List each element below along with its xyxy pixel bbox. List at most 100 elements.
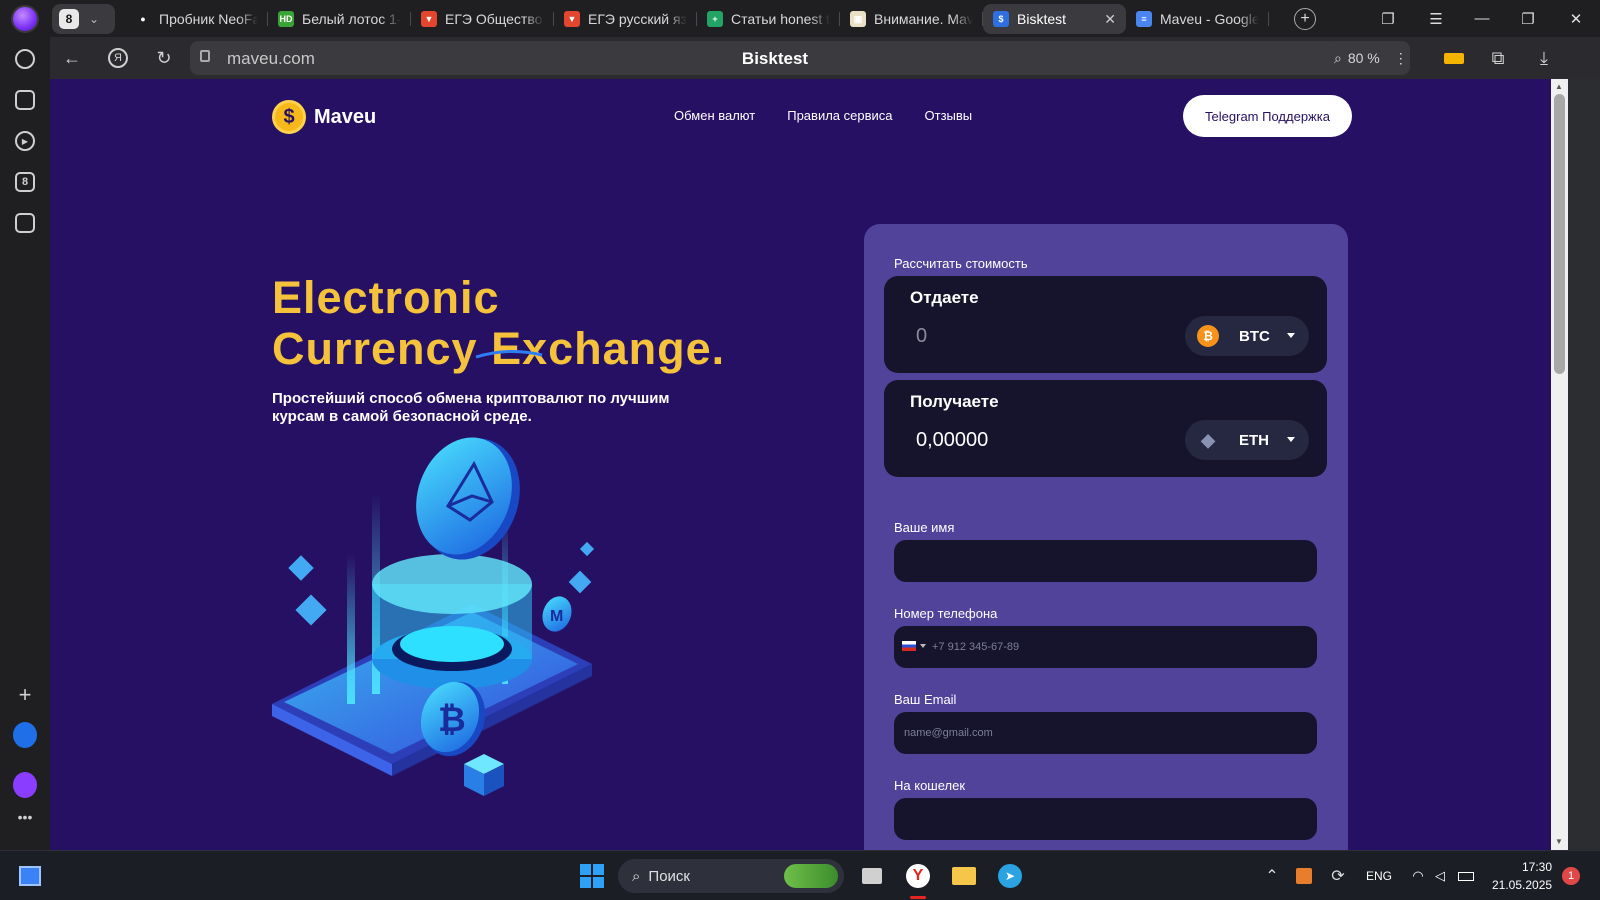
nav-exchange-link[interactable]: Обмен валют: [674, 108, 755, 123]
menu-icon[interactable]: ☰: [1416, 0, 1456, 37]
clock-time[interactable]: 17:30: [1522, 860, 1552, 874]
restore-icon[interactable]: ❐: [1508, 0, 1548, 37]
tab-title: Bisktest: [1017, 11, 1067, 27]
tray-app-icon[interactable]: [1290, 862, 1318, 890]
downloads-icon[interactable]: ⤓: [1532, 46, 1556, 70]
volume-icon[interactable]: ◁: [1426, 862, 1454, 890]
scroll-up-icon[interactable]: ▲: [1555, 82, 1563, 91]
phone-field[interactable]: [894, 626, 1317, 668]
back-icon[interactable]: ←: [60, 46, 84, 70]
bitcoin-icon: ₿: [1197, 325, 1219, 347]
wallet-label: На кошелек: [894, 778, 966, 793]
svg-text:₿: ₿: [438, 701, 466, 739]
translate-icon[interactable]: ⧉: [1486, 46, 1510, 70]
video-play-icon[interactable]: ▶: [13, 129, 37, 153]
tab-group-8-icon[interactable]: 8: [13, 170, 37, 194]
telegram-icon[interactable]: ➤: [996, 862, 1024, 890]
give-amount-input[interactable]: 0: [916, 325, 927, 348]
scroll-down-icon[interactable]: ▼: [1555, 837, 1563, 846]
browser-tab[interactable]: ▼ ЕГЭ Общество: [411, 4, 554, 34]
sync-icon[interactable]: ⟳: [1324, 862, 1352, 890]
receive-amount: 0,00000: [916, 429, 989, 451]
browser-tab[interactable]: $ Bisktest ✕: [983, 4, 1126, 34]
tab-title: Белый лотос 1-: [302, 11, 401, 27]
file-explorer-icon[interactable]: [950, 862, 978, 890]
tray-overflow-icon[interactable]: ⌃: [1258, 862, 1286, 890]
battery-saver-icon[interactable]: [1442, 46, 1466, 70]
search-label: Поиск: [648, 867, 690, 885]
telegram-support-button[interactable]: Telegram Поддержка: [1183, 95, 1352, 137]
reload-icon[interactable]: ↻: [152, 46, 176, 70]
close-window-icon[interactable]: ✕: [1556, 0, 1596, 37]
address-bar[interactable]: maveu.com Bisktest: [190, 41, 1360, 75]
browser-tab[interactable]: ≡ Maveu - Google: [1126, 4, 1269, 34]
task-view-icon[interactable]: [858, 862, 886, 890]
tab-favicon-icon: +: [707, 11, 723, 27]
browser-tab[interactable]: ▼ ЕГЭ русский яз: [554, 4, 697, 34]
page-scrollbar[interactable]: ▲ ▼: [1551, 79, 1568, 850]
yandex-disk-icon[interactable]: [13, 722, 37, 748]
scrollbar-thumb[interactable]: [1554, 94, 1565, 374]
exchange-calculator-card: Рассчитать стоимость Отдаете 0 ₿ BTC Пол…: [864, 224, 1348, 850]
browser-tab[interactable]: + Статьи honest t: [697, 4, 840, 34]
more-vertical-icon[interactable]: ⋮: [1394, 50, 1408, 67]
zoom-icon: ⌕: [1334, 49, 1342, 66]
email-field[interactable]: [894, 712, 1317, 754]
notification-badge[interactable]: 1: [1562, 867, 1580, 885]
minimize-icon[interactable]: —: [1462, 0, 1502, 37]
tab-manager-icon[interactable]: ❐: [1368, 0, 1408, 37]
more-icon[interactable]: •••: [13, 805, 37, 829]
clock-date[interactable]: 21.05.2025: [1492, 878, 1552, 892]
email-input[interactable]: [894, 712, 1317, 754]
receive-label: Получаете: [910, 392, 999, 411]
swoosh-decoration: [475, 349, 543, 359]
zoom-button[interactable]: ⌕ 80 % ⋮: [1322, 41, 1410, 75]
yandex-browser-icon[interactable]: Y: [904, 862, 932, 890]
browser-tab[interactable]: ▣ Внимание. Mav: [840, 4, 983, 34]
country-code-select[interactable]: [902, 641, 926, 651]
tab-favicon-icon: ▼: [421, 11, 437, 27]
name-input[interactable]: [894, 540, 1317, 582]
browser-toolbar: ← Я ↻ maveu.com Bisktest ⌕ 80 % ⋮ ⧉ ⤓: [50, 37, 1600, 79]
browser-sidebar: ▶ 8 + •••: [0, 37, 50, 850]
main-nav: Обмен валют Правила сервиса Отзывы: [674, 108, 972, 123]
tab-title: Статьи honest t: [731, 11, 830, 27]
tab-title: Пробник NeoFa: [159, 11, 258, 27]
tab-group-button[interactable]: 8 ⌄: [52, 4, 115, 34]
screenshot-icon[interactable]: [13, 211, 37, 235]
alice-icon[interactable]: [13, 772, 37, 798]
yandex-home-icon[interactable]: Я: [106, 46, 130, 70]
phone-input[interactable]: [894, 626, 1317, 668]
tab-group-count: 8: [59, 9, 79, 29]
start-icon[interactable]: [578, 862, 606, 890]
wallet-input[interactable]: [894, 798, 1317, 840]
active-app-indicator: [910, 896, 926, 899]
browser-tab[interactable]: HD Белый лотос 1-: [268, 4, 411, 34]
alice-assistant-icon[interactable]: [11, 5, 39, 33]
history-icon[interactable]: [13, 47, 37, 71]
chevron-down-icon: ⌄: [89, 12, 100, 26]
receive-currency-select[interactable]: ◆ ETH: [1185, 420, 1309, 460]
wallet-field[interactable]: [894, 798, 1317, 840]
nav-reviews-link[interactable]: Отзывы: [925, 108, 973, 123]
tab-favicon-icon: ≡: [1136, 11, 1152, 27]
collections-icon[interactable]: [13, 88, 37, 112]
battery-icon[interactable]: [1452, 862, 1480, 890]
site-logo[interactable]: $ Maveu: [272, 100, 376, 134]
name-field[interactable]: [894, 540, 1317, 582]
browser-tab[interactable]: ● Пробник NeoFa: [125, 4, 268, 34]
give-currency-select[interactable]: ₿ BTC: [1185, 316, 1309, 356]
new-tab-button[interactable]: +: [1294, 8, 1316, 30]
search-icon: ⌕: [632, 867, 641, 885]
browser-tab-strip: 8 ⌄ ● Пробник NeoFa HD Белый лотос 1- ▼ ЕГЭ О…: [0, 0, 1600, 37]
receive-box: Получаете 0,00000 ◆ ETH: [884, 380, 1327, 477]
close-tab-icon[interactable]: ✕: [1104, 11, 1116, 28]
add-panel-icon[interactable]: +: [13, 682, 37, 707]
language-indicator[interactable]: ENG: [1366, 869, 1392, 883]
caret-down-icon: [1287, 333, 1295, 338]
taskbar-search[interactable]: ⌕ Поиск: [618, 859, 844, 893]
nav-rules-link[interactable]: Правила сервиса: [787, 108, 892, 123]
caret-down-icon: [920, 644, 926, 648]
widgets-icon[interactable]: [16, 862, 44, 890]
dollar-coin-icon: $: [272, 100, 306, 134]
